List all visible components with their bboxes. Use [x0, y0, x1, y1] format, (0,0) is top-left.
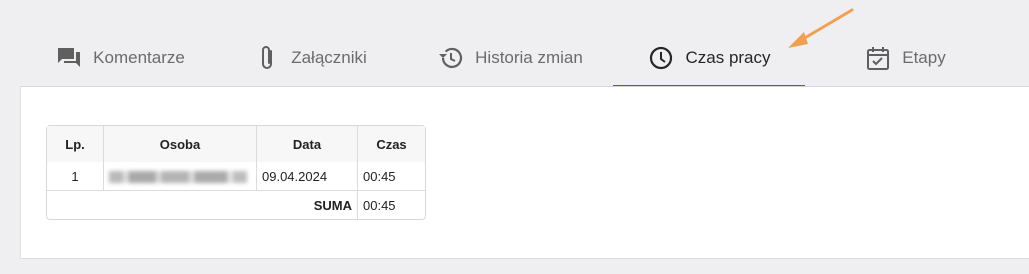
column-header-czas: Czas — [358, 126, 425, 162]
tab-etapy[interactable]: Etapy — [855, 30, 955, 86]
summary-value: 00:45 — [363, 197, 396, 213]
cell-czas: 00:45 — [358, 162, 425, 191]
column-header-data: Data — [257, 126, 358, 162]
history-icon — [437, 44, 465, 72]
summary-row: SUMA 00:45 — [47, 191, 425, 219]
cell-data: 09.04.2024 — [257, 162, 358, 191]
tab-label: Załączniki — [291, 48, 367, 67]
tab-bar: Komentarze Załączniki Historia zmian Cza… — [20, 0, 1029, 87]
summary-label: SUMA — [47, 191, 358, 219]
tab-zalaczniki[interactable]: Załączniki — [250, 30, 370, 86]
clock-icon — [647, 44, 675, 72]
tab-label: Czas pracy — [685, 48, 771, 67]
comments-icon — [55, 44, 83, 72]
work-time-panel: Lp. Osoba Data Czas 1 09.04.2024 00:45 S… — [20, 86, 1029, 259]
tab-czas-pracy[interactable]: Czas pracy — [613, 30, 805, 87]
table-row: 1 09.04.2024 00:45 — [47, 162, 425, 191]
cell-lp: 1 — [47, 162, 104, 191]
tab-komentarze[interactable]: Komentarze — [50, 30, 190, 86]
tab-label: Historia zmian — [475, 48, 583, 67]
paperclip-icon — [253, 44, 281, 72]
work-time-table: Lp. Osoba Data Czas 1 09.04.2024 00:45 S… — [46, 125, 426, 220]
tab-historia-zmian[interactable]: Historia zmian — [430, 30, 590, 86]
cell-osoba — [104, 162, 257, 191]
column-header-osoba: Osoba — [104, 126, 257, 162]
tab-label: Komentarze — [93, 48, 185, 67]
column-header-lp: Lp. — [47, 126, 104, 162]
annotation-arrow-icon — [788, 8, 854, 48]
calendar-check-icon — [864, 44, 892, 72]
tab-label: Etapy — [902, 48, 946, 67]
table-header-row: Lp. Osoba Data Czas — [47, 126, 425, 162]
blurred-person-name — [109, 171, 247, 184]
